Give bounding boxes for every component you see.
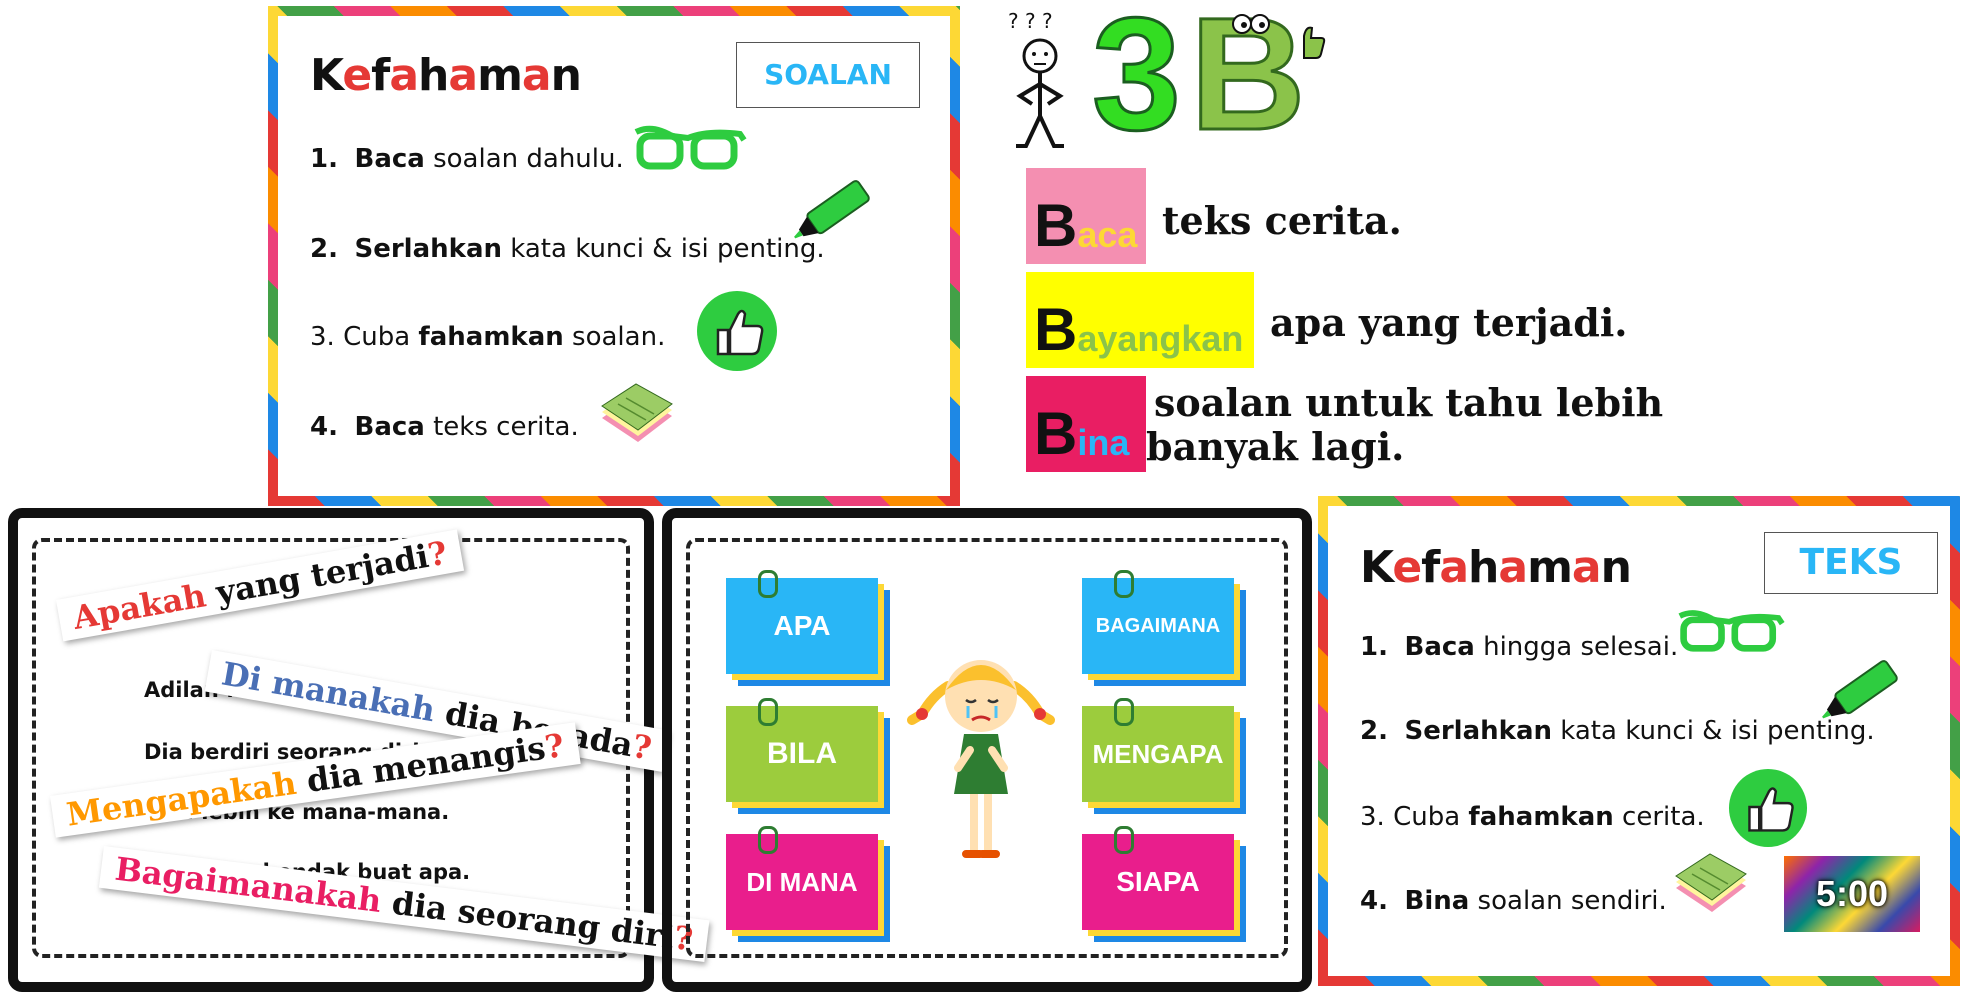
title-letter: e [342, 50, 372, 101]
b-text-bayangkan: apa yang terjadi. [1270, 300, 1628, 345]
title-letter: f [371, 50, 390, 101]
paperclip-icon [1114, 826, 1134, 854]
thumbs-up-icon [1728, 768, 1808, 848]
b-box-baca: Baca [1026, 168, 1146, 264]
three-b-number: 3 [1091, 0, 1183, 163]
b-box-bayangkan: Bayangkan [1026, 272, 1254, 368]
wh-card-bagaimana: BAGAIMANA [1082, 570, 1234, 674]
soalan-card: Kefahaman SOALAN 1. Baca soalan dahulu. … [286, 24, 926, 474]
teks-step-2: 2. Serlahkan kata kunci & isi penting. [1360, 716, 1875, 746]
soalan-tag: SOALAN [736, 42, 920, 108]
b-text-baca: teks cerita. [1162, 198, 1402, 243]
title-letter: a [521, 50, 552, 101]
wh-card-apa: APA [726, 570, 878, 674]
teks-step-3: 3. Cuba fahamkan cerita. [1360, 802, 1705, 832]
wh-card-mengapa: MENGAPA [1082, 698, 1234, 802]
title-letter: n [1600, 542, 1632, 593]
b-text-bina-1: soalan untuk tahu lebih [1154, 380, 1664, 425]
notes-icon [601, 383, 673, 442]
title-letter: h [1468, 542, 1499, 593]
glasses-icon [1678, 610, 1785, 652]
svg-text:? ? ?: ? ? ? [1008, 9, 1053, 33]
paperclip-icon [758, 698, 778, 726]
teks-tag: TEKS [1764, 532, 1938, 594]
title-letter: m [1527, 542, 1573, 593]
title-letter: m [477, 50, 523, 101]
title-letter: f [1421, 542, 1440, 593]
soalan-step-3: 3. Cuba fahamkan soalan. [310, 322, 666, 352]
paperclip-icon [1114, 698, 1134, 726]
paperclip-icon [758, 570, 778, 598]
thumbs-up-character-icon [1232, 14, 1326, 59]
b-box-bina: Bina [1026, 376, 1146, 472]
teks-card: Kefahaman TEKS 1. Baca hingga selesai. 2… [1336, 514, 1938, 954]
title-letter: K [1360, 542, 1393, 593]
wh-card-siapa: SIAPA [1082, 826, 1234, 930]
title-letter: a [1439, 542, 1469, 593]
b-text-bina-2: banyak lagi. [1146, 424, 1405, 469]
wh-card-dimana: DI MANA [726, 826, 878, 930]
title-letter: a [1498, 542, 1528, 593]
thumbs-up-icon [697, 291, 777, 371]
teks-step-4: 4. Bina soalan sendiri. [1360, 886, 1667, 916]
soalan-title: Kefahaman [310, 50, 582, 101]
wh-card-bila: BILA [726, 698, 878, 802]
paperclip-icon [1114, 570, 1134, 598]
title-letter: h [418, 50, 449, 101]
highlighter-icon [794, 180, 870, 239]
soalan-step-1: 1. Baca soalan dahulu. [310, 144, 624, 174]
title-letter: K [310, 50, 343, 101]
glasses-icon [634, 125, 747, 170]
countdown-timer[interactable]: 5:00 [1784, 856, 1920, 932]
title-letter: a [448, 50, 478, 101]
teks-step-1: 1. Baca hingga selesai. [1360, 632, 1679, 662]
title-letter: n [550, 50, 582, 101]
title-letter: a [1571, 542, 1602, 593]
title-letter: e [1392, 542, 1422, 593]
paperclip-icon [758, 826, 778, 854]
teks-title: Kefahaman [1360, 542, 1632, 593]
crying-girl-icon [907, 660, 1055, 858]
title-letter: a [389, 50, 419, 101]
thinking-man-icon: ? ? ? [1008, 9, 1064, 148]
soalan-step-4: 4. Baca teks cerita. [310, 412, 579, 442]
highlighter-icon [1822, 660, 1898, 719]
soalan-step-2: 2. Serlahkan kata kunci & isi penting. [310, 234, 825, 264]
notes-icon [1675, 853, 1747, 912]
